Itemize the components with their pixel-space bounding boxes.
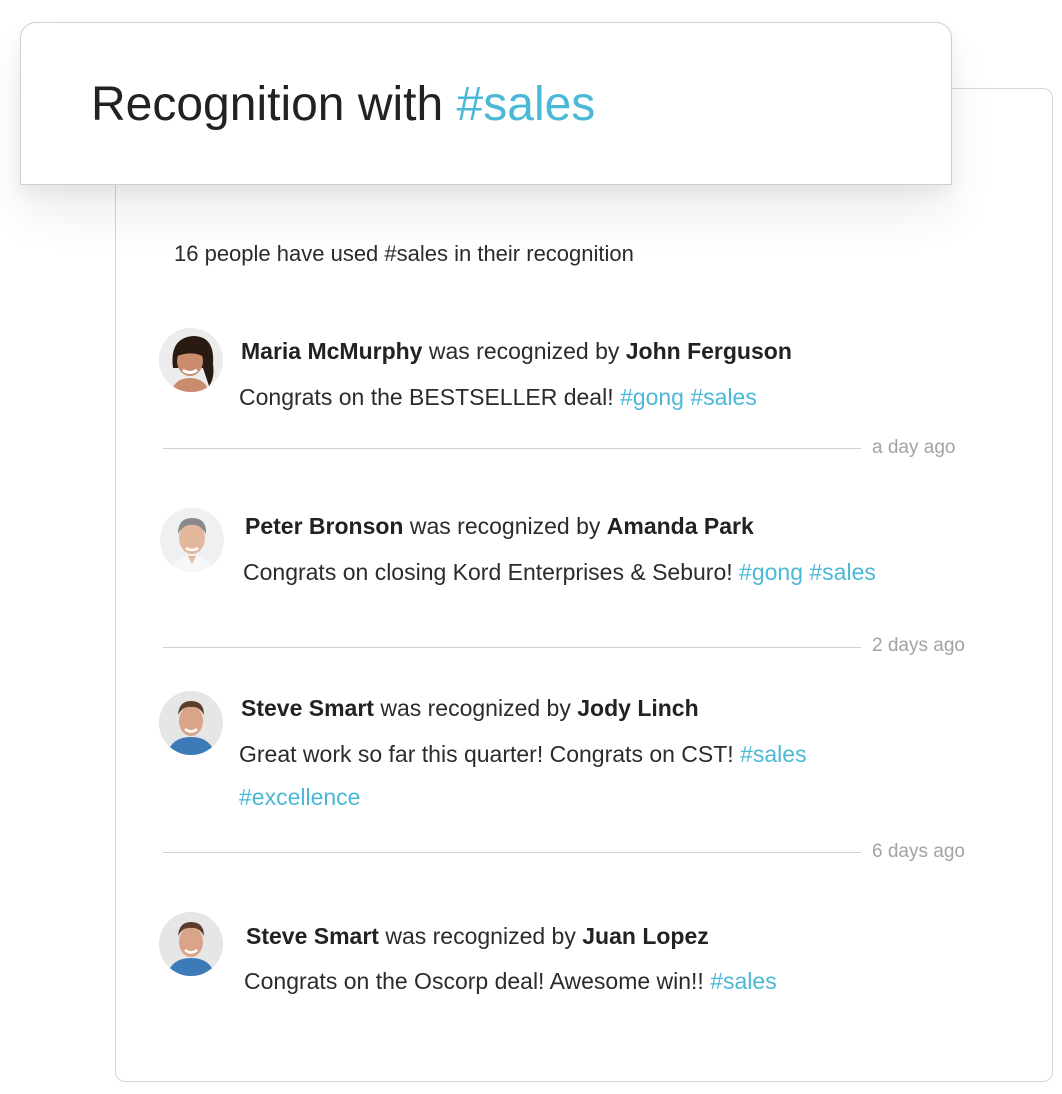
avatar[interactable] — [159, 328, 223, 392]
message-text: Congrats on closing Kord Enterprises & S… — [243, 559, 733, 585]
divider — [163, 647, 861, 648]
recognition-connector: was recognized by — [385, 923, 576, 949]
usage-summary: 16 people have used #sales in their reco… — [174, 241, 634, 266]
title-card: Recognition with #sales — [20, 22, 952, 185]
recognition-headline: Peter Bronson was recognized by Amanda P… — [245, 511, 754, 541]
divider — [163, 852, 861, 853]
divider — [163, 448, 861, 449]
title-hashtag-link[interactable]: #sales — [457, 78, 596, 131]
giver-name[interactable]: Jody Linch — [577, 695, 698, 721]
recipient-name[interactable]: Steve Smart — [241, 695, 374, 721]
recognition-message: Congrats on closing Kord Enterprises & S… — [243, 551, 983, 594]
message-text: Congrats on the Oscorp deal! Awesome win… — [244, 968, 704, 994]
title-prefix: Recognition with — [91, 78, 444, 131]
recipient-name[interactable]: Maria McMurphy — [241, 338, 422, 364]
message-text: Congrats on the BESTSELLER deal! — [239, 384, 614, 410]
recognition-message: Congrats on the Oscorp deal! Awesome win… — [244, 960, 984, 1003]
recipient-name[interactable]: Peter Bronson — [245, 513, 403, 539]
hashtag-links[interactable]: #gong #sales — [739, 559, 876, 585]
timestamp: 6 days ago — [872, 841, 965, 862]
recognition-connector: was recognized by — [428, 338, 620, 364]
recipient-name[interactable]: Steve Smart — [246, 923, 379, 949]
timestamp: a day ago — [872, 437, 956, 458]
person-avatar-icon — [159, 691, 223, 755]
recognition-connector: was recognized by — [380, 695, 571, 721]
page-title: Recognition with #sales — [91, 75, 595, 135]
person-avatar-icon — [160, 508, 224, 572]
person-avatar-icon — [159, 328, 223, 392]
giver-name[interactable]: John Ferguson — [626, 338, 792, 364]
recognition-message: Great work so far this quarter! Congrats… — [239, 733, 899, 819]
recognition-headline: Steve Smart was recognized by Juan Lopez — [246, 921, 709, 951]
giver-name[interactable]: Amanda Park — [607, 513, 754, 539]
recognition-headline: Steve Smart was recognized by Jody Linch — [241, 693, 699, 723]
avatar[interactable] — [159, 912, 223, 976]
person-avatar-icon — [159, 912, 223, 976]
avatar[interactable] — [160, 508, 224, 572]
message-text: Great work so far this quarter! Congrats… — [239, 741, 734, 767]
recognition-connector: was recognized by — [409, 513, 601, 539]
giver-name[interactable]: Juan Lopez — [582, 923, 709, 949]
recognition-headline: Maria McMurphy was recognized by John Fe… — [241, 336, 792, 366]
recognition-message: Congrats on the BESTSELLER deal! #gong #… — [239, 376, 939, 419]
avatar[interactable] — [159, 691, 223, 755]
hashtag-links[interactable]: #gong #sales — [620, 384, 757, 410]
timestamp: 2 days ago — [872, 635, 965, 656]
hashtag-links[interactable]: #sales — [710, 968, 776, 994]
